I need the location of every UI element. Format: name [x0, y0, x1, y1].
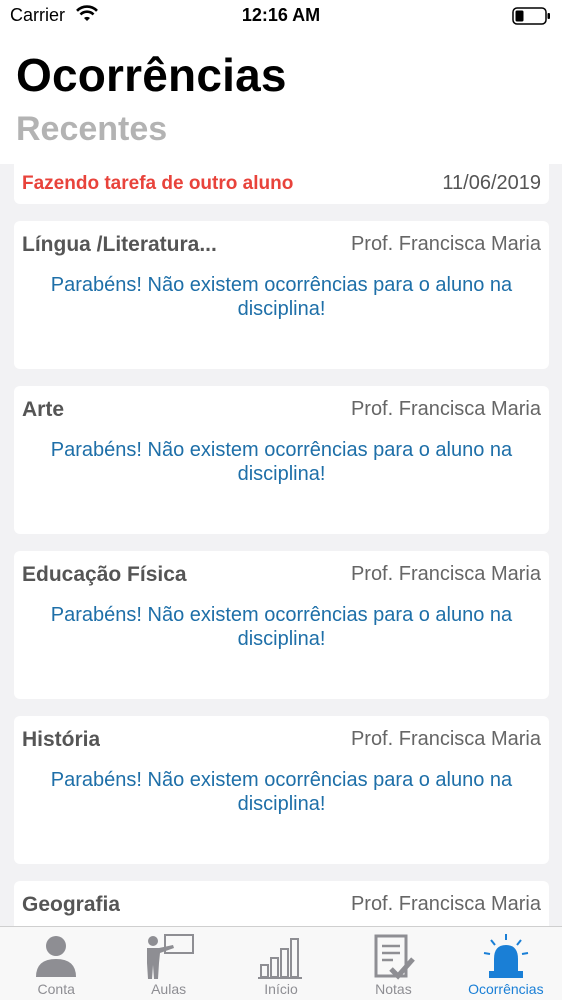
subject-name: Arte [22, 398, 65, 421]
teacher-board-icon [143, 933, 195, 981]
tab-aulas[interactable]: Aulas [112, 927, 224, 1000]
tab-inicio[interactable]: Início [225, 927, 337, 1000]
recent-occurrence-card[interactable]: Fazendo tarefa de outro aluno 11/06/2019 [14, 164, 549, 204]
tab-conta[interactable]: Conta [0, 927, 112, 1000]
subject-name: Língua /Literatura... [22, 233, 217, 256]
subject-card[interactable]: Educação Física Prof. Francisca Maria Pa… [14, 551, 549, 699]
tab-notas[interactable]: Notas [337, 927, 449, 1000]
teacher-name: Prof. Francisca Maria [350, 563, 541, 585]
subject-card[interactable]: Língua /Literatura... Prof. Francisca Ma… [14, 221, 549, 369]
tab-label: Início [264, 981, 298, 997]
header: Ocorrências Recentes [0, 34, 562, 164]
subject-name: Educação Física [22, 563, 187, 586]
teacher-name: Prof. Francisca Maria [350, 893, 541, 915]
no-occurrence-message: Parabéns! Não existem ocorrências para o… [50, 439, 513, 485]
no-occurrence-message: Parabéns! Não existem ocorrências para o… [50, 769, 513, 815]
tab-label: Notas [375, 981, 412, 997]
no-occurrence-message: Parabéns! Não existem ocorrências para o… [50, 604, 513, 650]
person-icon [30, 933, 82, 981]
tab-bar: Conta Aulas Início Notas Ocorrências [0, 926, 562, 1000]
teacher-name: Prof. Francisca Maria [350, 398, 541, 420]
battery-icon [512, 7, 552, 30]
tab-label: Aulas [151, 981, 187, 997]
subject-name: Geografia [22, 893, 121, 916]
tab-ocorrencias[interactable]: Ocorrências [450, 927, 562, 1000]
status-time: 12:16 AM [241, 5, 321, 25]
page-title: Ocorrências [16, 49, 287, 101]
status-bar: Carrier 12:16 AM [0, 0, 562, 34]
tab-label: Ocorrências [468, 981, 544, 997]
subject-card[interactable]: História Prof. Francisca Maria Parabéns!… [14, 716, 549, 864]
subject-card[interactable]: Arte Prof. Francisca Maria Parabéns! Não… [14, 386, 549, 534]
page-subtitle: Recentes [16, 110, 168, 148]
occurrences-list[interactable]: Fazendo tarefa de outro aluno 11/06/2019… [0, 164, 562, 926]
recent-occurrence-date: 11/06/2019 [442, 172, 541, 194]
tab-label: Conta [37, 981, 75, 997]
recent-occurrence-title: Fazendo tarefa de outro aluno [22, 173, 294, 194]
notes-check-icon [367, 933, 419, 981]
siren-icon [480, 933, 532, 981]
subject-name: História [22, 728, 101, 751]
no-occurrence-message: Parabéns! Não existem ocorrências para o… [50, 274, 513, 320]
teacher-name: Prof. Francisca Maria [350, 233, 541, 255]
teacher-name: Prof. Francisca Maria [350, 728, 541, 750]
subject-card[interactable]: Geografia Prof. Francisca Maria [14, 881, 549, 926]
bar-chart-icon [255, 933, 307, 981]
